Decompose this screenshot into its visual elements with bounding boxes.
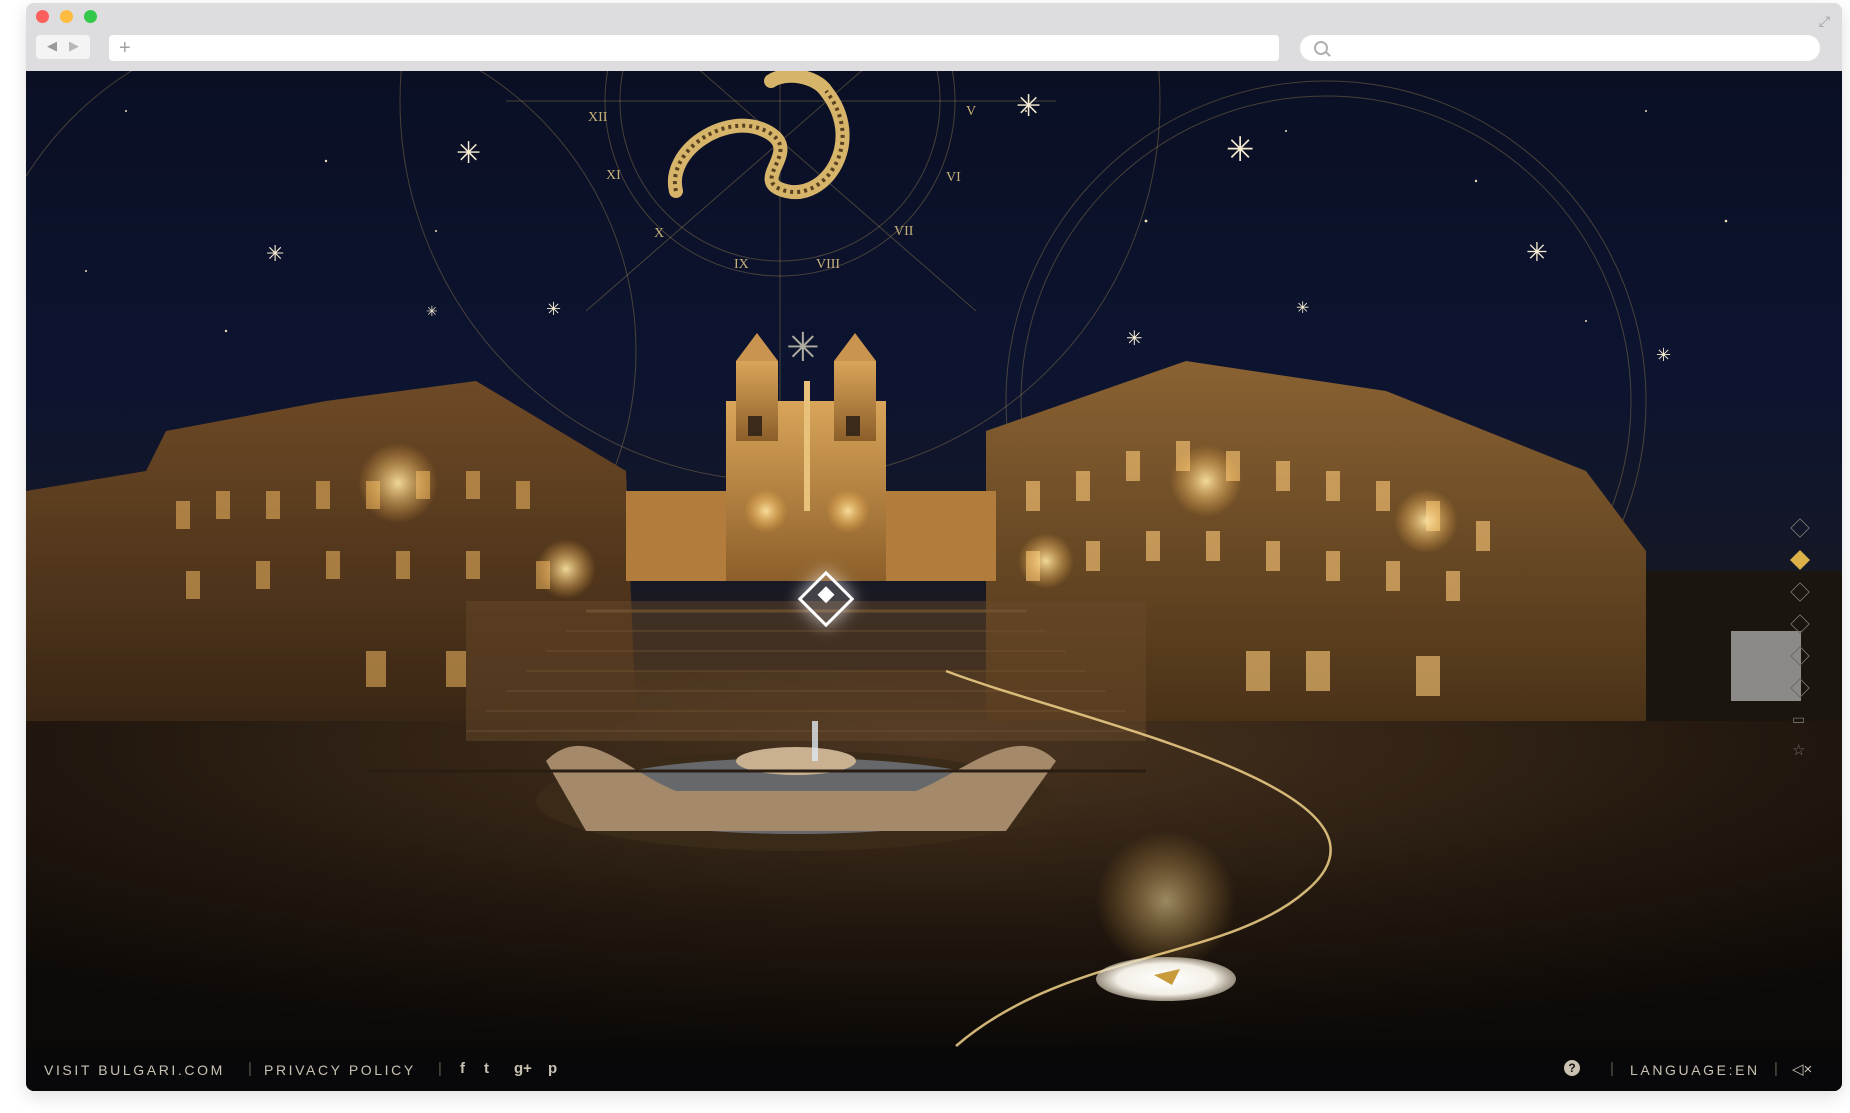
star-field <box>85 110 1728 333</box>
numeral-xi: XI <box>606 168 621 183</box>
search-field[interactable] <box>1300 35 1820 61</box>
sparkle-star: ✳ <box>426 304 438 320</box>
chapter-marker-4[interactable] <box>1790 614 1810 634</box>
numeral-x: X <box>654 226 664 241</box>
history-nav: ◀ ▶ <box>36 35 90 59</box>
footer-separator: | <box>1774 1060 1778 1077</box>
night-piazza-scene: XII XI X IX VIII VII VI V ✳ ✳ ✳ ✳ ✳ ✳ ✳ … <box>26 71 1842 1047</box>
experience-viewport[interactable]: XII XI X IX VIII VII VI V ✳ ✳ ✳ ✳ ✳ ✳ ✳ … <box>26 71 1842 1091</box>
sparkle-star: ✳ <box>1656 345 1671 366</box>
sparkle-stars: ✳ ✳ ✳ ✳ ✳ ✳ ✳ ✳ ✳ ✳ ✳ <box>266 89 1671 371</box>
navigation-disk <box>1096 957 1236 1001</box>
numeral-vi: VI <box>946 170 961 185</box>
mute-sound-icon[interactable]: ◁× <box>1792 1060 1812 1078</box>
chapter-marker-5[interactable] <box>1790 646 1810 666</box>
sparkle-star: ✳ <box>1126 326 1143 350</box>
twitter-icon[interactable]: t <box>484 1060 489 1077</box>
search-icon <box>1314 41 1328 55</box>
chapter-marker-3[interactable] <box>1790 582 1810 602</box>
new-tab-icon[interactable]: + <box>119 36 131 60</box>
serpent-emblem <box>667 71 850 200</box>
footer-separator: | <box>248 1060 252 1077</box>
numeral-ix: IX <box>734 257 749 272</box>
address-bar[interactable]: + <box>109 35 1279 61</box>
sparkle-star: ✳ <box>1016 89 1041 124</box>
pinterest-icon[interactable]: p <box>548 1060 557 1077</box>
facebook-icon[interactable]: f <box>460 1060 465 1077</box>
sparkle-star: ✳ <box>1526 238 1548 268</box>
footer-separator: | <box>438 1060 442 1077</box>
footer-separator: | <box>1610 1060 1614 1077</box>
sparkle-star: ✳ <box>456 136 481 171</box>
privacy-policy-link[interactable]: PRIVACY POLICY <box>264 1062 416 1078</box>
path-glow <box>1096 831 1236 971</box>
close-window-button[interactable] <box>36 10 49 23</box>
back-arrow-icon[interactable]: ◀ <box>47 38 57 54</box>
numeral-xii: XII <box>588 110 608 125</box>
sparkle-star: ✳ <box>1226 130 1255 170</box>
fullscreen-icon[interactable]: ⤢ <box>1819 13 1830 30</box>
book-icon[interactable]: ▭ <box>1792 711 1805 728</box>
language-selector[interactable]: LANGUAGE:EN <box>1630 1062 1760 1078</box>
sparkle-star: ✳ <box>786 325 820 371</box>
chapter-marker-2-active[interactable] <box>1790 550 1810 570</box>
google-plus-icon[interactable]: g+ <box>514 1060 532 1077</box>
chapter-side-nav: ▭ ☆ <box>1790 518 1810 791</box>
site-footer: VISIT BULGARI.COM | PRIVACY POLICY | f t… <box>26 1047 1842 1091</box>
maximize-window-button[interactable] <box>84 10 97 23</box>
browser-titlebar: ◀ ▶ + ⤢ <box>26 3 1842 71</box>
minimize-window-button[interactable] <box>60 10 73 23</box>
favorite-star-icon[interactable]: ☆ <box>1792 741 1805 759</box>
chapter-marker-6[interactable] <box>1790 678 1810 698</box>
sparkle-star: ✳ <box>266 242 284 267</box>
numeral-vii: VII <box>894 224 914 239</box>
sparkle-star: ✳ <box>546 299 561 320</box>
sparkle-star: ✳ <box>1296 298 1309 317</box>
chapter-marker-1[interactable] <box>1790 518 1810 538</box>
numeral-v: V <box>966 104 976 119</box>
steps-fill <box>466 601 1146 741</box>
numeral-viii: VIII <box>816 257 840 272</box>
forward-arrow-icon[interactable]: ▶ <box>69 38 79 54</box>
visit-bulgari-link[interactable]: VISIT BULGARI.COM <box>44 1062 225 1078</box>
browser-window: ◀ ▶ + ⤢ XII XI X IX VIII VII VI V ✳ ✳ ✳ … <box>26 3 1842 1091</box>
help-icon[interactable]: ? <box>1564 1060 1580 1076</box>
